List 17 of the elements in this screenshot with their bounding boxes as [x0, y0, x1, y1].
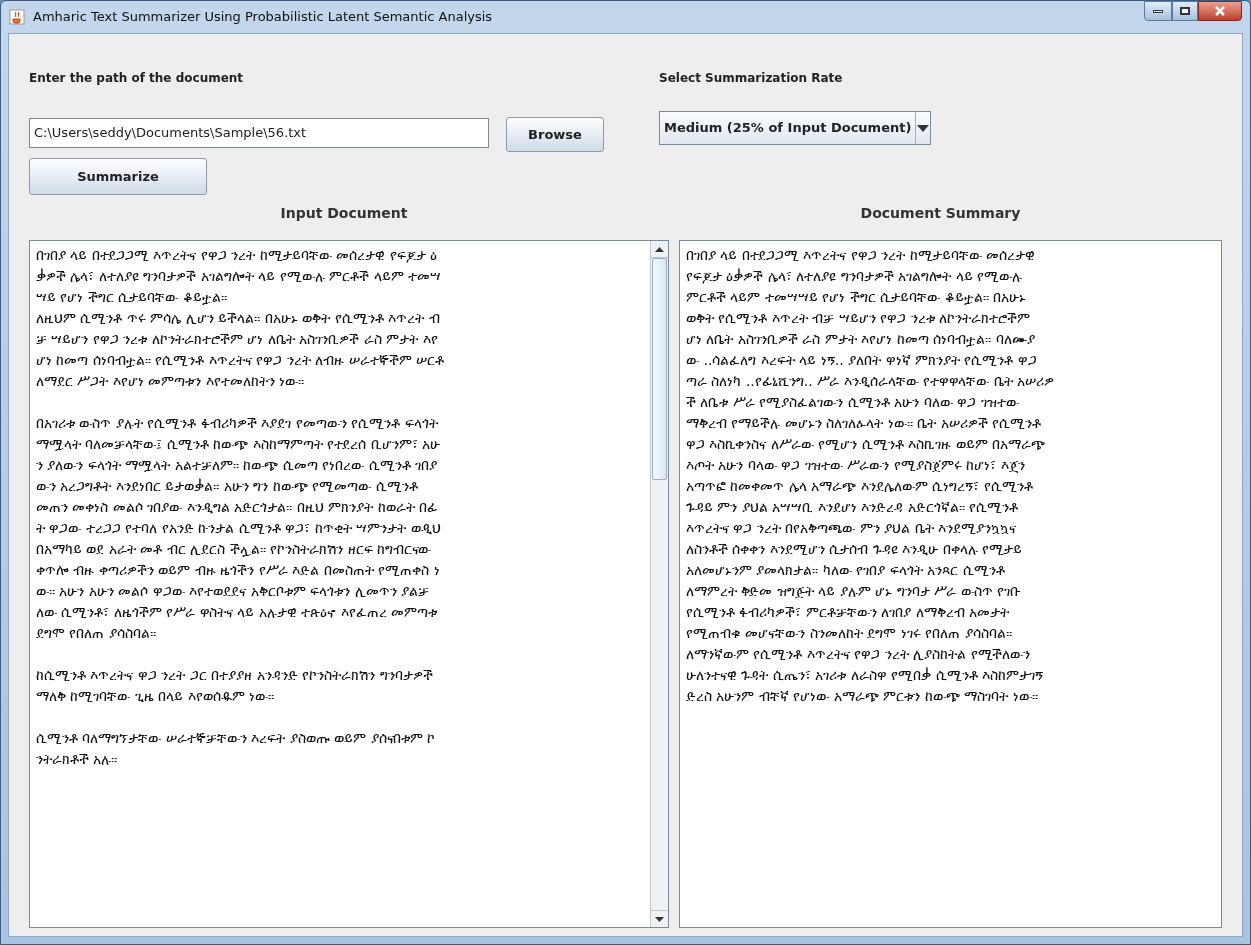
caret-icon	[917, 124, 930, 132]
summarize-button[interactable]: Summarize	[29, 158, 207, 195]
close-button[interactable]	[1198, 1, 1242, 21]
rate-value: Medium (25% of Input Document)	[663, 119, 913, 138]
rate-dropdown[interactable]: Medium (25% of Input Document)	[659, 111, 931, 145]
browse-button[interactable]: Browse	[506, 117, 604, 152]
summary-heading: Document Summary	[859, 204, 1022, 223]
path-field[interactable]: C:\Users\seddy\Documents\Sample\56.txt	[29, 117, 489, 148]
minimize-button[interactable]	[1144, 1, 1172, 21]
rate-label: Select Summarization Rate	[659, 70, 844, 85]
close-icon	[1215, 6, 1225, 16]
input-heading: Input Document	[279, 204, 409, 223]
window-title: Amharic Text Summarizer Using Probabilistic Latent Semantic Analysis	[33, 8, 494, 27]
summary-text-area[interactable]: በገበያ ላይ በተደጋጋሚ እጥረትና የዋጋ ንረት ከሚታይባቸው መሰረታዊ የፍጆታ ዕቃዎች ሌላ፣ ለተለያዩ ግንባታዎች አገልግሎት ላይ የሚውሉ ምርቶች ላይም ተመሣሣይ የሆነ ችግር ሲታይባቸው ቆይቷል፡፡ በአሁኑ ወቅት የሲሚንቶ እጥረት ብቻ ሣይሆን የዋጋ ንረቱ ለኮንትራክተሮችም ሆነ ለቤት አስገንቢዎች ራስ ምታት እየሆነ ከመጣ ሰነባብቷል፡፡ ባለሙያ ው ..ሳልፈለግ እረፍት ላይ ነኝ.. ያለበት ዋነኛ ምክንያት የሲሚንቶ ዋጋ ጣራ ስለነካ ..የፊኒሺንግ.. ሥራ እንዲሰራላቸው የተዋዋላቸው ቤት አሠሪዎ ች ለቤቱ ሥራ የሚያስፈልገውን ሲሚንቶ አሁን ባለው ዋጋ ገዝተው ማቅረብ የማይችሉ መሆኑን ስለገለፁላት ነው፡፡ ቤት አሠሪዎች የሲሚንቶ ዋጋ እስኪቀንስና ለሥራው የሚሆን ሲሚንቶ እስኪገዙ ወይም በአማራጭ እጦት አሁን ባላው ዋጋ ገዝተው ሥራውን የሚያስጀምሩ ከሆነ፣ እጄን አጣጥፎ ከመቀመጥ ሌላ አማራጭ እንደሌለውም ሲነግረኝ፣ የሲሚንቶ ጉዳይ ምን ያህል አሣሣቢ እንደሆነ እንድረዳ አድርጎኛል፡፡ የሲሚንቶ እጥረትና ዋጋ ንረት በየአቅጣጫው ምን ያህል ቤት እንደሚያንኳኳና ለስንቶች ሰቀቀን እንደሚሆን ሲታሰብ ጉዳዩ እንዲሁ በቀላሉ የሚታይ አለመሆኑንም ያመላክታል፡፡ ካለው የገበያ ፍላጎት አንጻር ሲሚንቶ ለማምረት ቅድመ ዝግጅት ላይ ያሉም ሆኑ ግንባታ ሥራ ውስጥ የገቡ የሲሚንቶ ፋብሪካዎች፣ ምርቶቻቸውን ለገበያ ለማቅረብ አመታት የሚጠብቁ መሆናቸውን ስንመለከት ደግሞ ነገሩ የበለጠ ያሳስባል፡፡ ለማንኛውም የሲሚንቶ እጥረትና የዋጋ ንረት ሊያስከትል የሚችለውን ሁለንተናዊ ጉዳት ሲጤን፣ አገሪቱ ለራስዋ የሚበቃ ሲሚንቶ እስከምታገኝ ድረስ አሁንም ብቸኛ የሆነው አማራጭ ምርቱን ከውጭ ማስገባት ነው፡፡	[679, 240, 1222, 928]
path-label: Enter the path of the document	[29, 70, 245, 85]
maximize-button[interactable]	[1172, 1, 1198, 21]
java-cup-icon	[9, 9, 25, 25]
